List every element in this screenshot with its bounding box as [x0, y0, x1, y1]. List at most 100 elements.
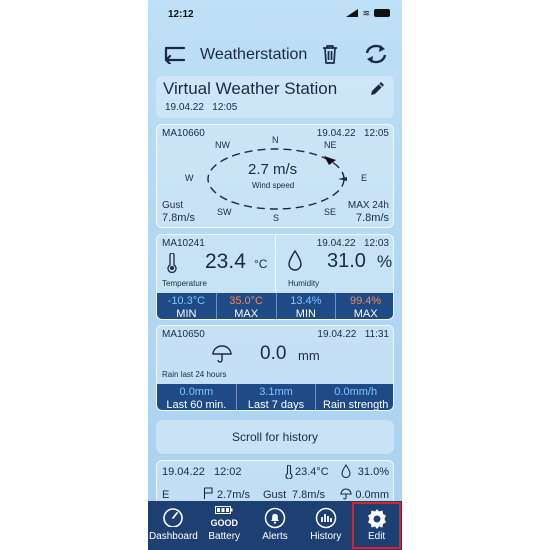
tab-history-label: History — [310, 531, 342, 542]
humidity-value: 31.0 — [327, 250, 366, 272]
temperature-unit: °C — [254, 257, 268, 271]
battery-status: GOOD — [210, 518, 238, 528]
rain-7days-cell: 3.1mm Last 7 days — [237, 384, 317, 411]
station-timestamp: 19.04.22 12:05 — [165, 102, 237, 113]
rain-60min-value: 0.0mm — [179, 386, 214, 398]
tab-edit[interactable]: Edit — [351, 501, 402, 550]
wind-card[interactable]: MA10660 19.04.22 12:05 N NE E SE S SW W … — [156, 124, 394, 228]
scroll-for-history-button[interactable]: Scroll for history — [156, 420, 394, 454]
header: Weatherstation — [148, 36, 402, 72]
history-wind: 2.7m/s — [217, 489, 251, 501]
wind-sensor-id: MA10660 — [162, 128, 205, 139]
temp-max-value: 35.0°C — [229, 295, 263, 307]
compass-nw: NW — [215, 140, 230, 150]
wind-speed-value: 2.7 m/s — [248, 161, 298, 178]
history-date: 19.04.22 — [162, 466, 205, 478]
pencil-icon[interactable] — [368, 80, 386, 98]
humidity-label: Humidity — [288, 279, 320, 288]
temp-humidity-minmax-row: -10.3°C MIN 35.0°C MAX 13.4% MIN 99.4% M… — [157, 293, 393, 320]
history-rain: 0.0mm — [355, 489, 389, 501]
temp-sensor-id: MA10241 — [162, 238, 205, 249]
umbrella-icon — [212, 345, 232, 363]
rain-time: 11:31 — [364, 329, 389, 340]
rain-60min-label: Last 60 min. — [166, 399, 227, 411]
humidity-timestamp: 19.04.22 12:03 — [317, 238, 389, 249]
wind-speed-label: Wind speed — [252, 181, 295, 190]
history-chart-icon — [315, 507, 337, 529]
tab-dashboard[interactable]: Dashboard — [148, 501, 199, 550]
rain-sensor-id: MA10650 — [162, 329, 205, 340]
temp-humidity-card[interactable]: MA10241 19.04.22 12:03 23.4 °C Temperatu… — [156, 234, 394, 320]
temperature-label: Temperature — [162, 279, 207, 288]
rain-60min-cell: 0.0mm Last 60 min. — [157, 384, 237, 411]
station-name: Virtual Weather Station — [163, 79, 338, 98]
humidity-min-value: 13.4% — [290, 295, 322, 307]
status-icons: ≋ — [346, 8, 390, 18]
temperature-value: 23.4 — [205, 250, 246, 273]
history-datetime: 19.04.22 12:02 — [162, 466, 242, 478]
gust-label: Gust — [162, 200, 184, 211]
humidity-max-value: 99.4% — [350, 295, 382, 307]
refresh-icon[interactable] — [363, 42, 389, 66]
humidity-max-label: MAX — [353, 308, 378, 320]
battery-icon — [215, 506, 233, 514]
history-time: 12:02 — [214, 466, 242, 478]
divider — [275, 235, 276, 293]
rain-7days-label: Last 7 days — [247, 399, 305, 411]
compass-e: E — [361, 173, 368, 183]
rain-label: Rain last 24 hours — [162, 370, 227, 379]
tab-battery-label: Battery — [208, 531, 241, 542]
rain-7days-value: 3.1mm — [259, 386, 293, 398]
humidity-drop-icon — [288, 250, 302, 271]
tab-alerts-label: Alerts — [262, 531, 288, 542]
tab-history[interactable]: History — [300, 501, 351, 550]
wifi-icon: ≋ — [362, 8, 370, 18]
gust-value: 7.8m/s — [162, 212, 196, 224]
signal-icon — [346, 9, 359, 17]
temp-min-value: -10.3°C — [167, 295, 206, 307]
temp-min-cell: -10.3°C MIN — [157, 293, 217, 320]
tab-dashboard-label: Dashboard — [148, 531, 198, 542]
humidity-date: 19.04.22 — [316, 238, 356, 249]
tab-bar: Dashboard GOOD Battery Alerts History Ed… — [148, 501, 402, 550]
rain-strength-label: Rain strength — [322, 399, 389, 411]
trash-icon[interactable] — [320, 43, 340, 65]
max-24h-value: 7.8m/s — [355, 212, 389, 224]
history-thermometer-icon — [285, 465, 293, 479]
history-temp: 23.4°C — [295, 466, 329, 478]
bell-icon — [264, 507, 286, 529]
history-row[interactable]: 19.04.22 12:02 23.4°C 31.0% E 2.7m/s Gus… — [156, 460, 394, 502]
temp-max-label: MAX — [234, 308, 259, 320]
gear-icon — [367, 509, 386, 529]
dashboard-gauge-icon — [163, 508, 184, 527]
max-24h-label: MAX 24h — [347, 200, 389, 211]
history-gust-label: Gust — [263, 489, 287, 501]
wind-date: 19.04.22 — [316, 128, 356, 139]
compass-sw: SW — [217, 207, 232, 217]
compass-w: W — [185, 173, 194, 183]
history-direction: E — [162, 489, 170, 501]
station-date: 19.04.22 — [165, 102, 204, 113]
tab-battery[interactable]: GOOD Battery — [199, 501, 250, 550]
rain-card[interactable]: MA10650 19.04.22 11:31 0.0 mm Rain last … — [156, 325, 394, 411]
wind-compass-icon — [207, 148, 347, 210]
wind-time: 12:05 — [363, 128, 389, 139]
back-arrow-icon[interactable] — [160, 44, 186, 64]
tab-alerts[interactable]: Alerts — [250, 501, 301, 550]
compass-s: S — [273, 213, 280, 223]
history-flag-icon — [203, 487, 213, 499]
temp-min-label: MIN — [176, 308, 197, 320]
rain-strength-value: 0.0mm/h — [334, 386, 378, 398]
rain-strength-cell: 0.0mm/h Rain strength — [316, 384, 393, 411]
history-umbrella-icon — [340, 488, 352, 500]
compass-se: SE — [324, 207, 337, 217]
tab-edit-label: Edit — [367, 531, 386, 542]
status-bar: 12:12 ≋ — [148, 0, 402, 30]
wind-timestamp: 19.04.22 12:05 — [317, 128, 389, 139]
rain-unit: mm — [298, 348, 320, 363]
station-time: 12:05 — [212, 102, 238, 113]
history-humidity: 31.0% — [357, 466, 389, 478]
rain-stats-row: 0.0mm Last 60 min. 3.1mm Last 7 days 0.0… — [157, 384, 393, 411]
humidity-time: 12:03 — [363, 238, 389, 249]
rain-date: 19.04.22 — [317, 329, 357, 340]
